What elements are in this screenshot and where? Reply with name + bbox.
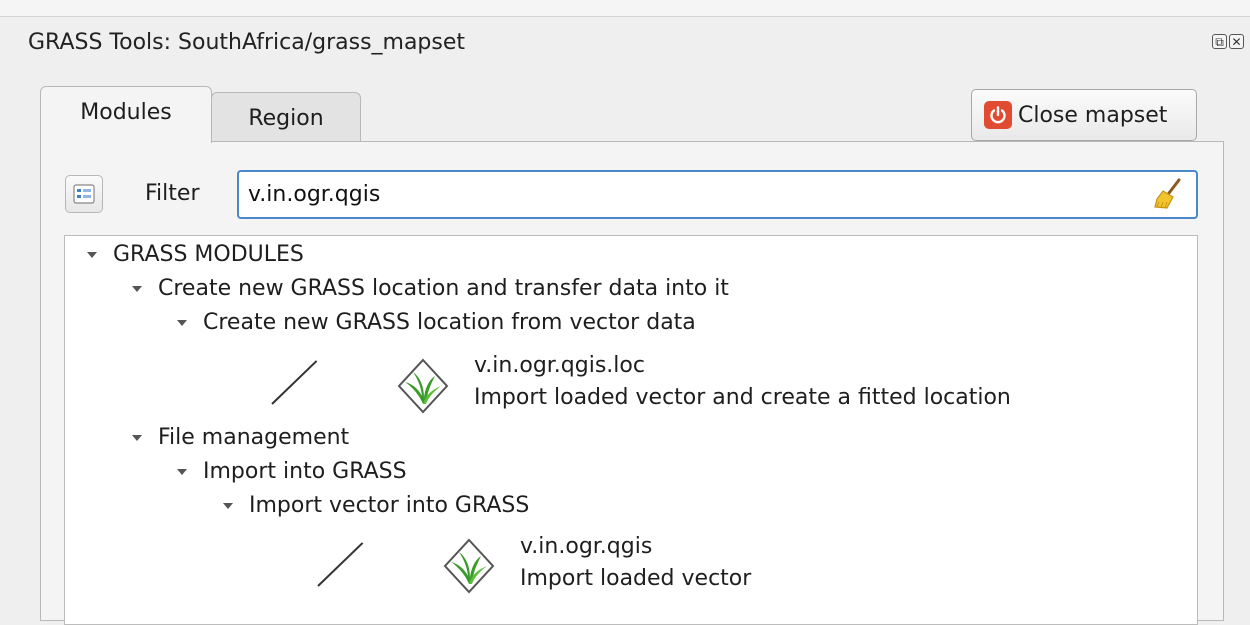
module-description: Import loaded vector	[520, 566, 752, 591]
grass-module-icon	[397, 358, 449, 414]
tree-item-label: Import into GRASS	[203, 459, 407, 484]
dock-title: GRASS Tools: SouthAfrica/grass_mapset	[28, 30, 466, 55]
dock-title-buttons: ⧉ ✕	[1212, 34, 1244, 49]
module-name[interactable]: v.in.ogr.qgis.loc	[474, 352, 645, 380]
tab-modules[interactable]: Modules	[40, 86, 212, 143]
expand-arrow-icon[interactable]	[177, 469, 187, 475]
filter-input[interactable]	[237, 170, 1198, 219]
window-top-edge	[0, 0, 1250, 17]
tree-item-label: GRASS MODULES	[113, 242, 304, 267]
tab-modules-label: Modules	[80, 99, 172, 125]
tab-region[interactable]: Region	[211, 92, 361, 142]
close-dock-button[interactable]: ✕	[1229, 34, 1244, 49]
module-description: Import loaded vector and create a fitted…	[474, 385, 1011, 410]
broom-icon[interactable]	[1151, 177, 1185, 211]
tree-item-root[interactable]: GRASS MODULES	[87, 241, 304, 269]
tree-item-label: Create new GRASS location and transfer d…	[158, 276, 729, 301]
tree-item-create-location[interactable]: Create new GRASS location and transfer d…	[132, 275, 729, 303]
tab-region-label: Region	[248, 106, 324, 131]
tree-item-file-management[interactable]: File management	[132, 424, 349, 452]
expand-arrow-icon[interactable]	[223, 503, 233, 509]
expand-arrow-icon[interactable]	[87, 252, 97, 258]
tree-item-import-vector[interactable]: Import vector into GRASS	[223, 492, 529, 520]
tree-item-label: Create new GRASS location from vector da…	[203, 310, 696, 335]
tree-item-create-location-vector[interactable]: Create new GRASS location from vector da…	[177, 309, 696, 337]
expand-arrow-icon[interactable]	[132, 286, 142, 292]
tree-item-label: File management	[158, 425, 350, 450]
tree-item-label: Import vector into GRASS	[249, 493, 530, 518]
power-icon	[984, 101, 1012, 129]
close-mapset-button[interactable]: Close mapset	[971, 89, 1197, 141]
grass-module-icon	[443, 538, 495, 594]
module-name[interactable]: v.in.ogr.qgis	[520, 533, 652, 561]
view-list-icon[interactable]	[65, 175, 103, 213]
float-dock-button[interactable]: ⧉	[1212, 34, 1227, 49]
filter-label: Filter	[145, 181, 200, 206]
tree-item-import-into-grass[interactable]: Import into GRASS	[177, 458, 407, 486]
close-mapset-label: Close mapset	[1018, 102, 1168, 128]
expand-arrow-icon[interactable]	[177, 320, 187, 326]
expand-arrow-icon[interactable]	[132, 435, 142, 441]
